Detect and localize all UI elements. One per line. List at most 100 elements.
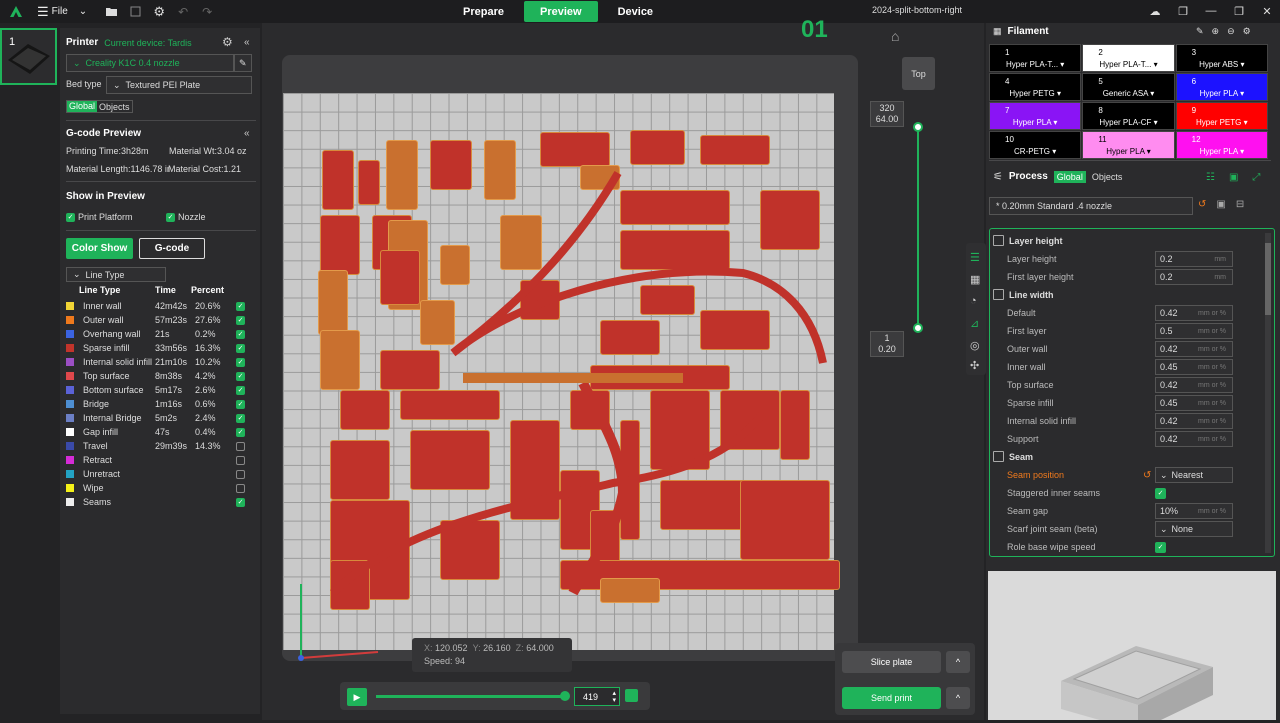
line-type-checkbox[interactable]: ✓ (236, 497, 245, 507)
printer-settings-icon[interactable]: ⚙ (222, 35, 233, 49)
tab-device[interactable]: Device (602, 1, 669, 22)
filament-slot[interactable]: 10 CR-PETG ▾ (989, 131, 1082, 159)
seam-gap-input[interactable]: 10% mm or % (1155, 503, 1233, 519)
layer-slider-top-handle[interactable] (913, 122, 923, 132)
filament-slot[interactable]: 3 Hyper ABS ▾ (1175, 44, 1268, 72)
delete-profile-icon[interactable]: ⊟ (1236, 199, 1244, 210)
role-wipe-checkbox[interactable]: ✓ (1155, 541, 1166, 553)
process-profile-select[interactable]: * 0.20mm Standard .4 nozzle (989, 197, 1193, 215)
process-expand-icon[interactable]: ⤢ (1252, 172, 1260, 183)
filament-slot[interactable]: 1 Hyper PLA-T... ▾ (989, 44, 1082, 72)
multimaterial-icon[interactable]: ◎ (970, 339, 980, 352)
reset-profile-icon[interactable]: ↺ (1198, 199, 1206, 210)
line-width-input[interactable]: 0.42 mm or % (1155, 377, 1233, 393)
printer-select[interactable]: ⌄ Creality K1C 0.4 nozzle (66, 54, 234, 72)
bed-type-select[interactable]: ⌄ Textured PEI Plate (106, 76, 252, 94)
home-icon[interactable]: ⌂ (891, 28, 899, 44)
copy-icon[interactable]: ❐ (1176, 1, 1190, 21)
layer-height-input[interactable]: 0.2 mm (1155, 251, 1233, 267)
line-type-checkbox[interactable] (236, 455, 245, 465)
line-type-checkbox[interactable]: ✓ (236, 315, 245, 325)
process-tab-global[interactable]: Global (1053, 170, 1086, 183)
line-type-checkbox[interactable]: ✓ (236, 413, 245, 423)
filament-slot[interactable]: 7 Hyper PLA ▾ (989, 102, 1082, 130)
quality-icon[interactable]: ☰ (970, 251, 980, 264)
tab-prepare[interactable]: Prepare (447, 1, 520, 22)
filament-dropdown-icon[interactable]: ▾ (1053, 118, 1057, 127)
line-width-input[interactable]: 0.42 mm or % (1155, 431, 1233, 447)
layer-slider[interactable] (917, 127, 919, 328)
redo-icon[interactable]: ↷ (197, 2, 217, 22)
filament-dropdown-icon[interactable]: ▾ (1052, 147, 1056, 156)
minimize-icon[interactable]: — (1204, 1, 1218, 21)
speed-icon[interactable]: ◔ (970, 295, 977, 307)
filament-dropdown-icon[interactable]: ▾ (1244, 118, 1248, 127)
gcode-collapse-icon[interactable]: « (244, 128, 250, 139)
file-menu[interactable]: ☰ File ⌄ (37, 4, 87, 20)
open-folder-icon[interactable] (101, 2, 121, 22)
top-view-button[interactable]: Top (902, 57, 935, 90)
save-icon[interactable] (125, 2, 145, 22)
filament-remove-icon[interactable]: ⊖ (1227, 26, 1235, 37)
seam-reset-icon[interactable]: ↺ (1143, 470, 1151, 481)
line-type-checkbox[interactable] (236, 469, 245, 479)
strength-icon[interactable]: ▦ (970, 273, 980, 286)
filament-slot[interactable]: 2 Hyper PLA-T... ▾ (1082, 44, 1175, 72)
gear-icon[interactable]: ⚙ (149, 2, 169, 22)
line-width-input[interactable]: 0.45 mm or % (1155, 395, 1233, 411)
spinner-icon[interactable]: ▴ ▾ (612, 690, 616, 704)
layers-icon[interactable] (625, 689, 638, 702)
filament-dropdown-icon[interactable]: ▾ (1147, 147, 1151, 156)
line-type-checkbox[interactable]: ✓ (236, 427, 245, 437)
filament-dropdown-icon[interactable]: ▾ (1154, 60, 1158, 69)
filament-dropdown-icon[interactable]: ▾ (1154, 118, 1158, 127)
line-width-input[interactable]: 0.45 mm or % (1155, 359, 1233, 375)
staggered-checkbox[interactable]: ✓ (1155, 487, 1166, 499)
line-type-checkbox[interactable] (236, 483, 245, 493)
line-width-input[interactable]: 0.42 mm or % (1155, 341, 1233, 357)
filament-add-icon[interactable]: ⊕ (1212, 26, 1220, 37)
gcode-button[interactable]: G-code (139, 238, 205, 259)
send-print-button[interactable]: Send print (842, 687, 941, 709)
line-width-input[interactable]: 0.5 mm or % (1155, 323, 1233, 339)
line-type-select[interactable]: ⌄ Line Type (66, 267, 166, 282)
line-type-checkbox[interactable]: ✓ (236, 385, 245, 395)
line-type-checkbox[interactable]: ✓ (236, 371, 245, 381)
filament-dropdown-icon[interactable]: ▾ (1060, 60, 1064, 69)
color-show-button[interactable]: Color Show (66, 238, 133, 259)
undo-icon[interactable]: ↶ (173, 2, 193, 22)
seam-position-select[interactable]: ⌄ Nearest (1155, 467, 1233, 483)
nozzle-checkbox[interactable]: ✓ (166, 212, 175, 222)
print-platform-checkbox[interactable]: ✓ (66, 212, 75, 222)
filament-slot[interactable]: 9 Hyper PETG ▾ (1175, 102, 1268, 130)
layer-slider-bottom-handle[interactable] (913, 323, 923, 333)
filament-slot[interactable]: 4 Hyper PETG ▾ (989, 73, 1082, 101)
filament-slot[interactable]: 5 Generic ASA ▾ (1082, 73, 1175, 101)
send-options-button[interactable]: ^ (946, 687, 970, 709)
edit-printer-button[interactable]: ✎ (234, 54, 252, 72)
line-type-checkbox[interactable]: ✓ (236, 357, 245, 367)
save-profile-icon[interactable]: ▣ (1216, 199, 1225, 210)
filament-slot[interactable]: 11 Hyper PLA ▾ (1082, 131, 1175, 159)
close-icon[interactable]: ✕ (1260, 1, 1274, 21)
line-type-checkbox[interactable]: ✓ (236, 399, 245, 409)
filament-dropdown-icon[interactable]: ▾ (1057, 89, 1061, 98)
filament-slot[interactable]: 6 Hyper PLA ▾ (1175, 73, 1268, 101)
process-save-icon[interactable]: ▣ (1229, 172, 1238, 183)
slice-options-button[interactable]: ^ (946, 651, 970, 673)
first-layer-height-input[interactable]: 0.2 mm (1155, 269, 1233, 285)
tab-preview[interactable]: Preview (523, 1, 598, 22)
move-slider-handle[interactable] (560, 691, 570, 701)
printer-tab-objects[interactable]: Objects (97, 102, 132, 112)
filament-slot[interactable]: 8 Hyper PLA-CF ▾ (1082, 102, 1175, 130)
others-icon[interactable]: ✣ (970, 359, 979, 372)
line-type-checkbox[interactable]: ✓ (236, 301, 245, 311)
filament-sync-icon[interactable]: ✎ (1196, 26, 1204, 37)
filament-dropdown-icon[interactable]: ▾ (1240, 147, 1244, 156)
settings-scroll-thumb[interactable] (1265, 243, 1271, 315)
filament-dropdown-icon[interactable]: ▾ (1150, 89, 1154, 98)
process-tab-objects[interactable]: Objects (1092, 172, 1123, 182)
printer-tab-global[interactable]: Global (67, 101, 98, 112)
support-icon[interactable]: ⊿ (970, 317, 979, 330)
scarf-select[interactable]: ⌄ None (1155, 521, 1233, 537)
